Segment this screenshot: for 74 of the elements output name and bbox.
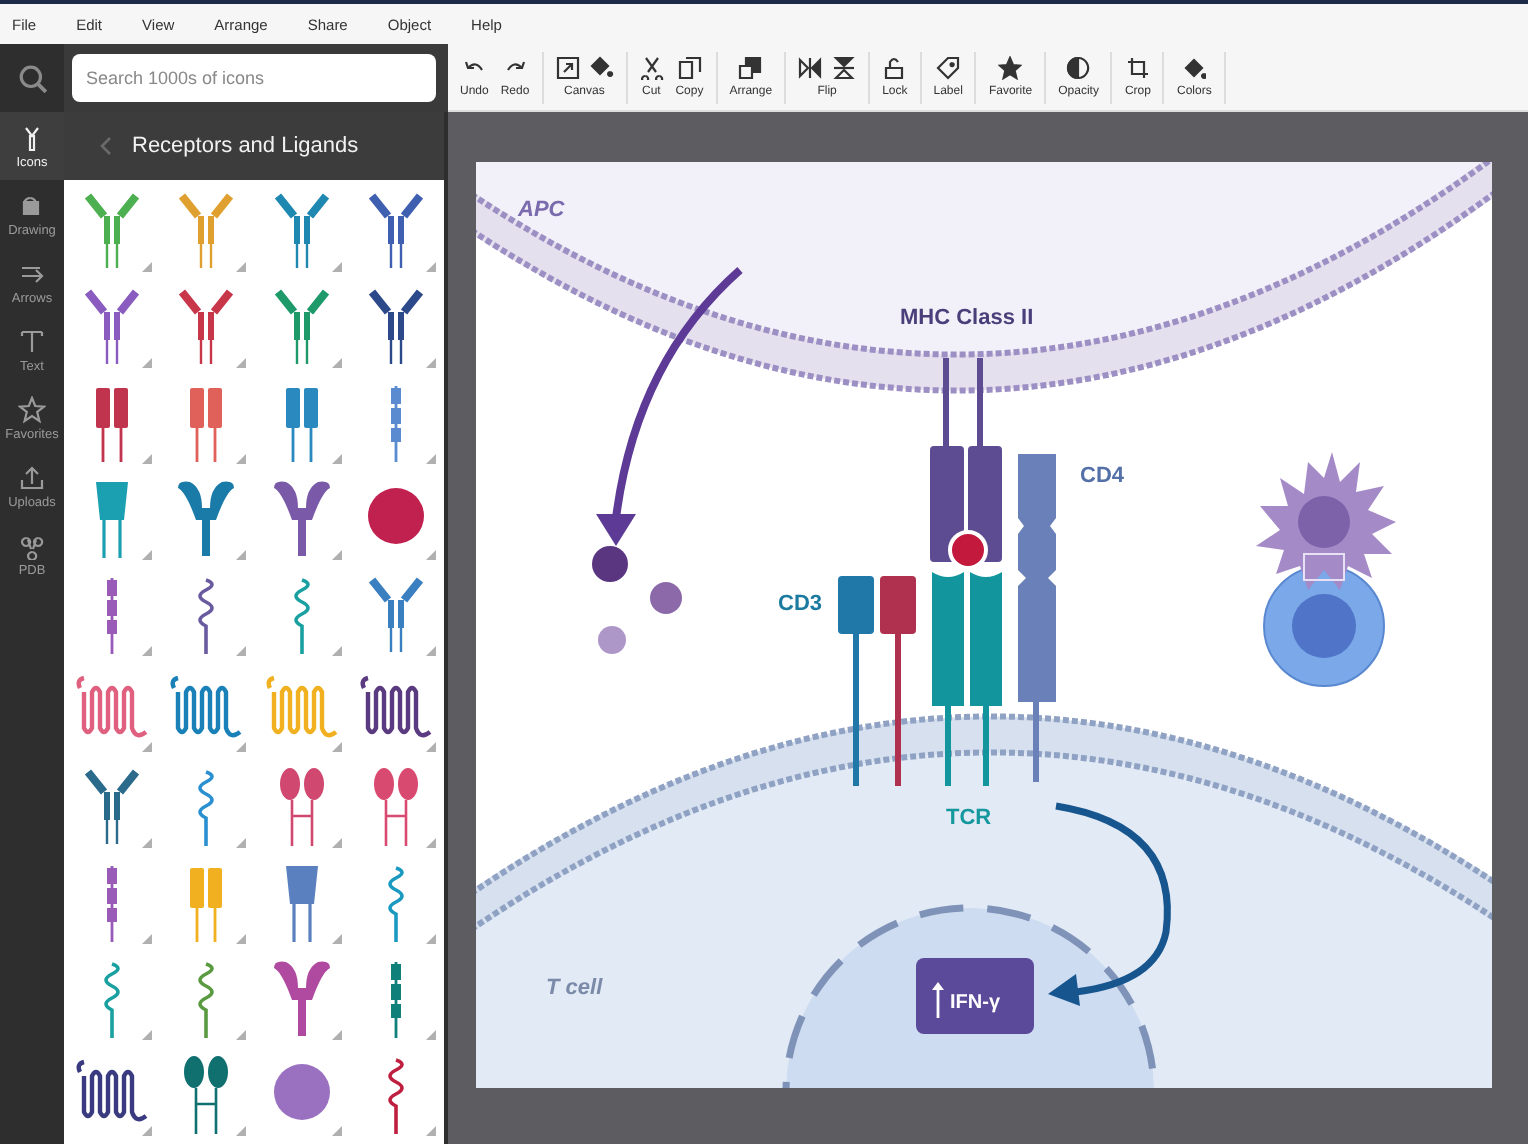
star-icon	[18, 395, 46, 423]
paint-bucket-icon	[589, 56, 614, 80]
padlock-icon	[882, 56, 907, 80]
up-arrow-icon	[932, 982, 944, 1018]
corner-mark-icon[interactable]	[236, 262, 246, 272]
corner-mark-icon[interactable]	[331, 1126, 341, 1136]
corner-mark-icon[interactable]	[331, 550, 341, 560]
antigen-particle	[650, 582, 682, 614]
star-icon	[998, 56, 1023, 80]
corner-mark-icon[interactable]	[141, 646, 151, 656]
corner-mark-icon[interactable]	[141, 550, 151, 560]
corner-mark-icon[interactable]	[426, 1030, 436, 1040]
corner-mark-icon[interactable]	[331, 358, 341, 368]
layers-icon	[738, 56, 763, 80]
corner-mark-icon[interactable]	[426, 742, 436, 752]
flip-vertical-icon	[832, 56, 857, 80]
corner-mark-icon[interactable]	[236, 838, 246, 848]
corner-mark-icon[interactable]	[141, 1030, 151, 1040]
corner-mark-icon[interactable]	[236, 646, 246, 656]
search-icon[interactable]	[17, 63, 47, 93]
corner-mark-icon[interactable]	[236, 454, 246, 464]
t-cell-label: T cell	[546, 976, 603, 1000]
corner-mark-icon[interactable]	[236, 550, 246, 560]
cytokine-box	[916, 958, 1034, 1034]
corner-mark-icon[interactable]	[141, 934, 151, 944]
back-chevron-icon[interactable]	[100, 136, 112, 156]
corner-mark-icon[interactable]	[426, 934, 436, 944]
resize-icon	[555, 56, 580, 80]
corner-mark-icon[interactable]	[426, 358, 436, 368]
corner-mark-icon[interactable]	[236, 742, 246, 752]
corner-mark-icon[interactable]	[331, 1030, 341, 1040]
corner-mark-icon[interactable]	[141, 838, 151, 848]
corner-mark-icon[interactable]	[426, 838, 436, 848]
copy-icon	[677, 56, 702, 80]
corner-mark-icon[interactable]	[236, 934, 246, 944]
flip-horizontal-icon	[798, 56, 823, 80]
tag-icon	[936, 56, 961, 80]
molecule-icon	[18, 531, 46, 559]
corner-mark-icon[interactable]	[236, 358, 246, 368]
corner-mark-icon[interactable]	[331, 646, 341, 656]
corner-mark-icon[interactable]	[141, 742, 151, 752]
apc-label: APC	[518, 198, 565, 222]
panel-title: Receptors and Ligands	[132, 134, 359, 158]
cd4-label: CD4	[1080, 464, 1125, 488]
corner-mark-icon[interactable]	[426, 454, 436, 464]
corner-mark-icon[interactable]	[141, 358, 151, 368]
paint-bucket-icon	[1182, 56, 1207, 80]
antigen-particle	[592, 546, 628, 582]
corner-mark-icon[interactable]	[331, 934, 341, 944]
corner-mark-icon[interactable]	[426, 646, 436, 656]
corner-mark-icon[interactable]	[426, 550, 436, 560]
scissors-icon	[639, 56, 664, 80]
text-icon	[18, 327, 46, 355]
crop-icon	[1125, 56, 1150, 80]
antigen-particle	[598, 626, 626, 654]
corner-mark-icon[interactable]	[426, 1126, 436, 1136]
search-field[interactable]: Search 1000s of icons	[72, 54, 436, 102]
corner-mark-icon[interactable]	[426, 262, 436, 272]
mhc-label: MHC Class II	[900, 306, 1034, 330]
corner-mark-icon[interactable]	[331, 742, 341, 752]
corner-mark-icon[interactable]	[236, 1030, 246, 1040]
corner-mark-icon[interactable]	[141, 262, 151, 272]
peptide	[948, 530, 988, 570]
corner-mark-icon[interactable]	[331, 262, 341, 272]
cytokine-label: IFN-γ	[950, 992, 1000, 1014]
tcr-label: TCR	[946, 806, 992, 830]
cd3-label: CD3	[778, 592, 823, 616]
corner-mark-icon[interactable]	[331, 838, 341, 848]
corner-mark-icon[interactable]	[141, 1126, 151, 1136]
corner-mark-icon[interactable]	[331, 454, 341, 464]
corner-mark-icon[interactable]	[141, 454, 151, 464]
half-circle-icon	[1066, 56, 1091, 80]
upload-icon	[18, 463, 46, 491]
corner-mark-icon[interactable]	[236, 1126, 246, 1136]
